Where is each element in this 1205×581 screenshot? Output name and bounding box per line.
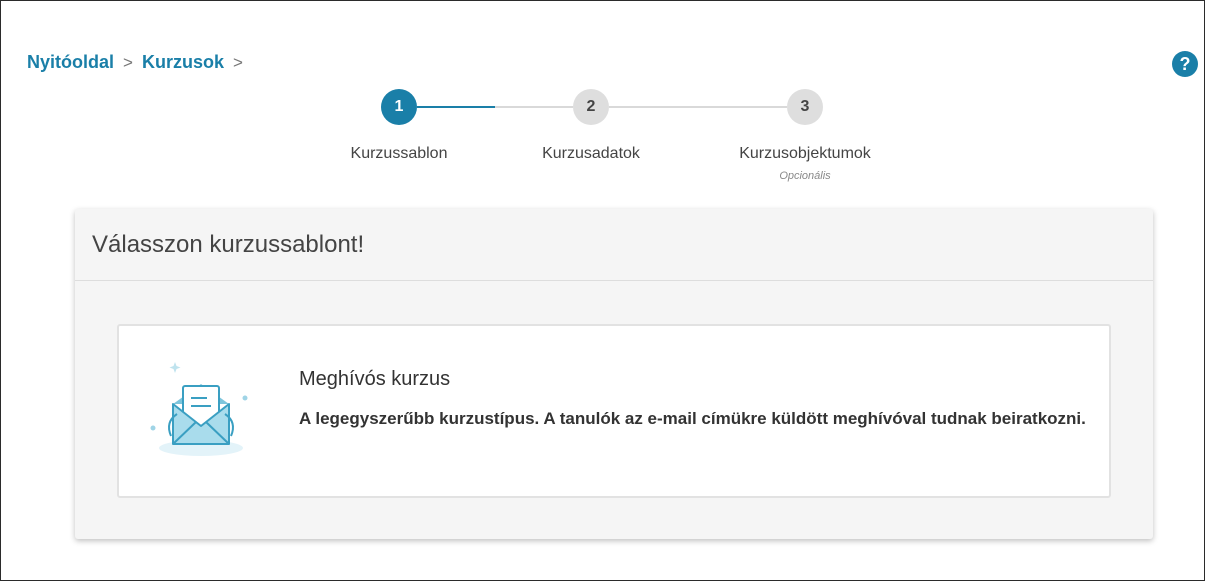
step-1-label: Kurzussablon [350, 145, 448, 162]
step-3-optional-note: Opcionális [779, 170, 831, 182]
step-connector-1b [495, 106, 573, 108]
card-title: Meghívós kurzus [299, 368, 451, 390]
envelope-icon [141, 356, 261, 471]
breadcrumb: Nyitóoldal > Kurzusok > [27, 52, 252, 73]
step-1-circle[interactable]: 1 [381, 89, 417, 125]
template-panel: Válasszon kurzussablont! Meghívós kurzus… [75, 209, 1153, 539]
breadcrumb-link-courses[interactable]: Kurzusok [142, 52, 224, 73]
panel-heading: Válasszon kurzussablont! [75, 209, 1153, 281]
step-2-label: Kurzusadatok [542, 145, 640, 162]
step-connector-1 [417, 106, 495, 108]
card-description: A legegyszerűbb kurzustípus. A tanulók a… [299, 409, 1086, 428]
step-3-label: Kurzusobjektumok [739, 145, 871, 162]
breadcrumb-separator: > [232, 52, 243, 72]
breadcrumb-separator: > [123, 52, 133, 72]
step-connector-2 [609, 106, 787, 108]
step-2-circle[interactable]: 2 [573, 89, 609, 125]
help-icon[interactable]: ? [1172, 51, 1198, 77]
step-3-circle[interactable]: 3 [787, 89, 823, 125]
breadcrumb-link-home[interactable]: Nyitóoldal [27, 52, 114, 73]
template-card-invitation[interactable]: Meghívós kurzus A legegyszerűbb kurzustí… [117, 324, 1111, 498]
page: Nyitóoldal > Kurzusok > ? 1 2 3 Kurzussa… [0, 0, 1205, 581]
